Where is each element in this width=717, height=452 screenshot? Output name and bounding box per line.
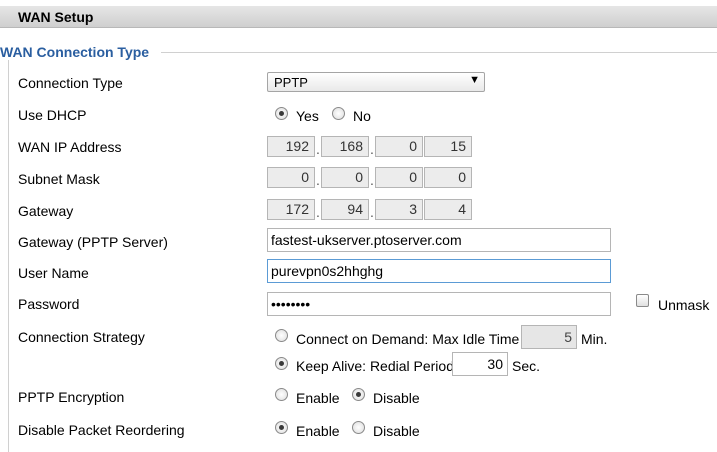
reordering-disable-label: Disable [373, 423, 420, 439]
ip-separator: . [370, 204, 374, 220]
wan-ip-octet-4[interactable]: 15 [424, 136, 472, 157]
dropdown-arrow-icon: ▼ [469, 74, 480, 86]
label-disable-packet-reordering: Disable Packet Reordering [18, 422, 185, 438]
dhcp-yes-label: Yes [296, 108, 319, 124]
wan-ip-octet-2[interactable]: 168 [321, 136, 369, 157]
unmask-checkbox[interactable] [636, 294, 649, 307]
reordering-enable-label: Enable [296, 423, 340, 439]
subnet-octet-1[interactable]: 0 [267, 167, 315, 188]
wan-setup-header: WAN Setup [0, 6, 717, 28]
ip-separator: . [316, 141, 320, 157]
label-use-dhcp: Use DHCP [18, 107, 87, 123]
dhcp-yes-radio[interactable] [275, 107, 288, 120]
gateway-octet-3[interactable]: 3 [375, 199, 423, 220]
user-name-input[interactable]: purevpn0s2hhghg [267, 259, 611, 283]
connection-type-select[interactable]: PPTP ▼ [267, 72, 485, 92]
reordering-enable-radio[interactable] [275, 421, 288, 434]
label-user-name: User Name [18, 265, 89, 281]
keep-alive-radio[interactable] [275, 357, 288, 370]
max-idle-time-input[interactable]: 5 [521, 325, 577, 349]
label-gateway-pptp: Gateway (PPTP Server) [18, 234, 168, 250]
label-wan-ip: WAN IP Address [18, 139, 122, 155]
ip-separator: . [370, 141, 374, 157]
ip-separator: . [316, 204, 320, 220]
max-idle-unit: Min. [581, 331, 608, 347]
keep-alive-label: Keep Alive: Redial Period [296, 358, 454, 374]
dhcp-no-label: No [353, 108, 371, 124]
gateway-pptp-input[interactable]: fastest-ukserver.ptoserver.com [267, 228, 611, 252]
wan-ip-octet-1[interactable]: 192 [267, 136, 315, 157]
gateway-octet-4[interactable]: 4 [424, 199, 472, 220]
label-subnet-mask: Subnet Mask [18, 171, 100, 187]
encryption-disable-radio[interactable] [352, 388, 365, 401]
subnet-octet-3[interactable]: 0 [375, 167, 423, 188]
encryption-disable-label: Disable [373, 390, 420, 406]
dhcp-no-radio[interactable] [332, 107, 345, 120]
section-legend: WAN Connection Type [0, 44, 162, 60]
page-title: WAN Setup [18, 9, 94, 25]
encryption-enable-label: Enable [296, 390, 340, 406]
password-input[interactable]: •••••••• [267, 292, 611, 316]
label-pptp-encryption: PPTP Encryption [18, 389, 125, 405]
subnet-octet-4[interactable]: 0 [424, 167, 472, 188]
wan-ip-octet-3[interactable]: 0 [375, 136, 423, 157]
connection-type-value: PPTP [274, 75, 308, 90]
ip-separator: . [316, 172, 320, 188]
gateway-octet-1[interactable]: 172 [267, 199, 315, 220]
label-connection-strategy: Connection Strategy [18, 329, 145, 345]
label-gateway: Gateway [18, 203, 74, 219]
encryption-enable-radio[interactable] [275, 388, 288, 401]
label-password: Password [18, 296, 80, 312]
ip-separator: . [370, 172, 374, 188]
redial-period-input[interactable]: 30 [452, 352, 508, 376]
connect-on-demand-radio[interactable] [275, 329, 288, 342]
gateway-octet-2[interactable]: 94 [321, 199, 369, 220]
unmask-label: Unmask [658, 297, 710, 313]
subnet-octet-2[interactable]: 0 [321, 167, 369, 188]
label-connection-type: Connection Type [18, 75, 123, 91]
redial-period-unit: Sec. [512, 358, 541, 374]
connect-on-demand-label: Connect on Demand: Max Idle Time [296, 331, 520, 347]
reordering-disable-radio[interactable] [352, 421, 365, 434]
